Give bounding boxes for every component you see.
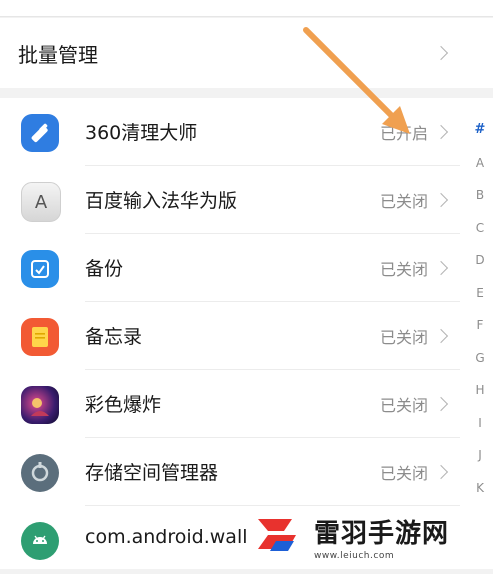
app-name: com.android.wall [85,526,248,548]
android-icon [21,522,59,560]
app-status: 已关闭 [379,328,428,347]
index-letter[interactable]: H [470,380,490,413]
index-letter[interactable]: # [470,120,490,153]
app-status: 已关闭 [379,260,428,279]
index-letter[interactable]: D [470,250,490,283]
index-letter[interactable]: F [470,315,490,348]
watermark-title: 雷羽手游网 [314,519,450,549]
watermark-logo-icon [248,511,308,563]
batch-manage-label: 批量管理 [18,42,98,67]
game-icon [21,386,59,424]
storage-icon [21,454,59,492]
app-row-baidu-ime[interactable]: A 百度输入法华为版 已关闭 [0,166,470,234]
app-name: 百度输入法华为版 [85,190,238,212]
index-letter[interactable]: J [470,445,490,478]
watermark-url: www.leiuch.com [314,551,395,561]
app-name: 备份 [85,258,124,280]
app-status: 已关闭 [379,464,428,483]
app-row-color-blast[interactable]: 彩色爆炸 已关闭 [0,370,470,438]
index-letter[interactable]: A [470,153,490,186]
chevron-right-icon [433,192,449,208]
chevron-right-icon [433,260,449,276]
app-name: 彩色爆炸 [85,394,162,416]
app-list: 360清理大师 已开启 A 百度输入法华为版 已关闭 备份 已关闭 备忘录 已关… [0,98,493,569]
app-status: 已关闭 [379,192,428,211]
chevron-right-icon [433,328,449,344]
app-status: 已开启 [379,124,428,143]
chevron-right-icon [433,396,449,412]
broom-icon [21,114,59,152]
app-row-memo[interactable]: 备忘录 已关闭 [0,302,470,370]
app-name: 存储空间管理器 [85,462,219,484]
keyboard-a-icon: A [21,182,61,222]
app-row-360[interactable]: 360清理大师 已开启 [0,98,470,166]
index-letter[interactable]: E [470,283,490,316]
app-name: 360清理大师 [85,122,198,144]
app-row-backup[interactable]: 备份 已关闭 [0,234,470,302]
index-letter[interactable]: B [470,185,490,218]
chevron-right-icon [433,124,449,140]
app-status: 已关闭 [379,396,428,415]
app-name: 备忘录 [85,326,143,348]
index-letter[interactable]: G [470,348,490,381]
alphabet-index-bar[interactable]: # A B C D E F G H I J K [470,120,490,510]
chevron-right-icon [433,45,449,61]
chevron-right-icon [433,464,449,480]
backup-icon [21,250,59,288]
batch-manage-row[interactable]: 批量管理 [0,18,493,88]
index-letter[interactable]: I [470,413,490,446]
app-row-storage[interactable]: 存储空间管理器 已关闭 [0,438,470,506]
index-letter[interactable]: C [470,218,490,251]
top-strip [0,0,493,17]
notepad-icon [21,318,59,356]
watermark: 雷羽手游网 www.leiuch.com [248,505,493,569]
